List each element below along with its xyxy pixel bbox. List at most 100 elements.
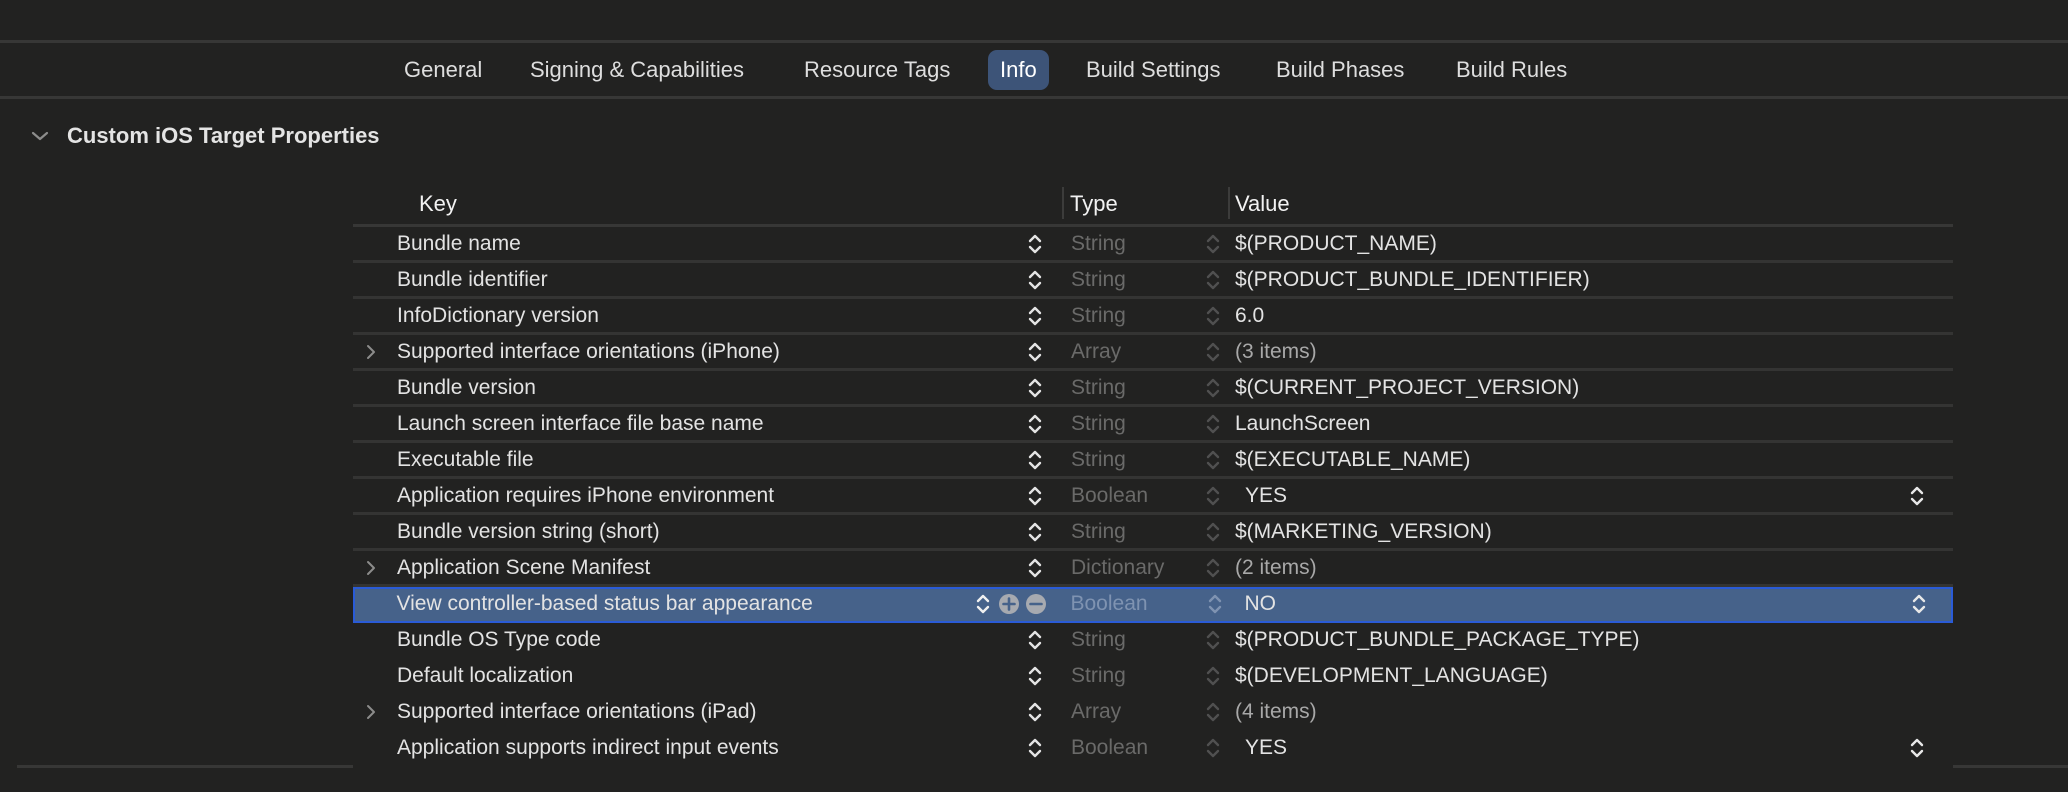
table-row[interactable]: Bundle version String $(CURRENT_PROJECT_VE… — [353, 371, 1953, 407]
key-stepper-icon[interactable] — [1027, 267, 1043, 293]
table-row[interactable]: Bundle version string (short) String $(MAR… — [353, 515, 1953, 551]
row-type[interactable]: Array — [1071, 695, 1121, 728]
type-stepper-icon[interactable] — [1205, 267, 1221, 293]
type-stepper-icon[interactable] — [1205, 375, 1221, 401]
row-value[interactable]: NO — [1245, 587, 1277, 620]
type-stepper-icon[interactable] — [1205, 231, 1221, 257]
key-stepper-icon[interactable] — [1027, 483, 1043, 509]
chevron-down-icon[interactable] — [28, 124, 52, 148]
tab-build-rules[interactable]: Build Rules — [1444, 50, 1579, 90]
row-value[interactable]: (2 items) — [1235, 551, 1317, 584]
row-value[interactable]: $(DEVELOPMENT_LANGUAGE) — [1235, 659, 1548, 692]
row-value[interactable]: LaunchScreen — [1235, 407, 1370, 440]
type-stepper-icon[interactable] — [1205, 447, 1221, 473]
row-value[interactable]: $(EXECUTABLE_NAME) — [1235, 443, 1470, 476]
row-value[interactable]: $(CURRENT_PROJECT_VERSION) — [1235, 371, 1579, 404]
key-stepper-icon[interactable] — [1027, 303, 1043, 329]
row-value[interactable]: $(PRODUCT_NAME) — [1235, 227, 1437, 260]
row-type[interactable]: String — [1071, 299, 1126, 332]
type-stepper-icon[interactable] — [1205, 735, 1221, 761]
section-header[interactable]: Custom iOS Target Properties — [28, 120, 380, 152]
table-row[interactable]: Supported interface orientations (iPhone… — [353, 335, 1953, 371]
tab-general[interactable]: General — [392, 50, 494, 90]
table-row[interactable]: View controller-based status bar appeara… — [353, 587, 1953, 623]
row-key[interactable]: Application Scene Manifest — [397, 551, 650, 584]
key-stepper-icon[interactable] — [1027, 375, 1043, 401]
table-row[interactable]: Bundle OS Type code String $(PRODUCT_BUNDL… — [353, 623, 1953, 659]
key-stepper-icon[interactable] — [1027, 339, 1043, 365]
tab-resource-tags[interactable]: Resource Tags — [792, 50, 962, 90]
row-value[interactable]: (3 items) — [1235, 335, 1317, 368]
row-type[interactable]: String — [1071, 407, 1126, 440]
row-key[interactable]: Supported interface orientations (iPhone… — [397, 335, 780, 368]
table-row[interactable]: Executable file String $(EXECUTABLE_NAME) — [353, 443, 1953, 479]
chevron-right-icon[interactable] — [363, 559, 379, 577]
type-stepper-icon[interactable] — [1205, 483, 1221, 509]
type-stepper-icon[interactable] — [1205, 555, 1221, 581]
type-stepper-icon[interactable] — [1207, 591, 1223, 617]
row-type[interactable]: Boolean — [1071, 479, 1148, 512]
type-stepper-icon[interactable] — [1205, 339, 1221, 365]
row-type[interactable]: String — [1071, 515, 1126, 548]
type-stepper-icon[interactable] — [1205, 519, 1221, 545]
table-row[interactable]: Bundle identifier String $(PRODUCT_BUNDLE_… — [353, 263, 1953, 299]
column-divider[interactable] — [1062, 187, 1064, 219]
chevron-right-icon[interactable] — [363, 703, 379, 721]
row-type[interactable]: String — [1071, 227, 1126, 260]
row-value[interactable]: $(MARKETING_VERSION) — [1235, 515, 1492, 548]
key-stepper-icon[interactable] — [1027, 519, 1043, 545]
key-stepper-icon[interactable] — [1027, 555, 1043, 581]
row-key[interactable]: Bundle identifier — [397, 263, 548, 296]
row-value[interactable]: $(PRODUCT_BUNDLE_IDENTIFIER) — [1235, 263, 1590, 296]
row-key[interactable]: Application supports indirect input even… — [397, 731, 779, 764]
row-type[interactable]: String — [1071, 659, 1126, 692]
table-row[interactable]: Launch screen interface file base name St… — [353, 407, 1953, 443]
row-type[interactable]: Boolean — [1071, 587, 1148, 620]
row-type[interactable]: String — [1071, 371, 1126, 404]
table-row[interactable]: Application supports indirect input even… — [353, 731, 1953, 767]
value-popup-stepper-icon[interactable] — [1911, 591, 1927, 617]
row-type[interactable]: Dictionary — [1071, 551, 1164, 584]
row-key[interactable]: Bundle version string (short) — [397, 515, 660, 548]
key-stepper-icon[interactable] — [1027, 447, 1043, 473]
row-key[interactable]: Default localization — [397, 659, 573, 692]
table-row[interactable]: Application requires iPhone environment B… — [353, 479, 1953, 515]
row-key[interactable]: Application requires iPhone environment — [397, 479, 774, 512]
row-value[interactable]: $(PRODUCT_BUNDLE_PACKAGE_TYPE) — [1235, 623, 1640, 656]
key-stepper-icon[interactable] — [1027, 411, 1043, 437]
tab-signing-capabilities[interactable]: Signing & Capabilities — [518, 50, 756, 90]
chevron-right-icon[interactable] — [363, 343, 379, 361]
row-key[interactable]: Executable file — [397, 443, 534, 476]
add-row-icon[interactable] — [998, 593, 1020, 615]
key-stepper-icon[interactable] — [1027, 627, 1043, 653]
value-popup-stepper-icon[interactable] — [1909, 483, 1925, 509]
remove-row-icon[interactable] — [1025, 593, 1047, 615]
column-header-value[interactable]: Value — [1235, 189, 1290, 219]
row-type[interactable]: String — [1071, 263, 1126, 296]
row-key[interactable]: Supported interface orientations (iPad) — [397, 695, 757, 728]
row-key[interactable]: Bundle name — [397, 227, 521, 260]
row-key[interactable]: Bundle OS Type code — [397, 623, 601, 656]
row-key[interactable]: View controller-based status bar appeara… — [397, 587, 813, 620]
type-stepper-icon[interactable] — [1205, 663, 1221, 689]
tab-build-settings[interactable]: Build Settings — [1074, 50, 1233, 90]
row-type[interactable]: String — [1071, 443, 1126, 476]
type-stepper-icon[interactable] — [1205, 411, 1221, 437]
key-stepper-icon[interactable] — [1027, 663, 1043, 689]
row-value[interactable]: 6.0 — [1235, 299, 1264, 332]
key-stepper-icon[interactable] — [1027, 735, 1043, 761]
key-stepper-icon[interactable] — [1027, 699, 1043, 725]
table-row[interactable]: Supported interface orientations (iPad) A… — [353, 695, 1953, 731]
column-divider[interactable] — [1228, 187, 1230, 219]
column-header-key[interactable]: Key — [419, 189, 457, 219]
key-stepper-icon[interactable] — [1027, 231, 1043, 257]
table-row[interactable]: Application Scene Manifest Dictionary (2 i… — [353, 551, 1953, 587]
row-value[interactable]: (4 items) — [1235, 695, 1317, 728]
type-stepper-icon[interactable] — [1205, 699, 1221, 725]
row-value[interactable]: YES — [1245, 731, 1287, 764]
column-header-type[interactable]: Type — [1070, 189, 1118, 219]
tab-build-phases[interactable]: Build Phases — [1264, 50, 1416, 90]
tab-info[interactable]: Info — [988, 50, 1049, 90]
row-key[interactable]: Bundle version — [397, 371, 536, 404]
row-key[interactable]: Launch screen interface file base name — [397, 407, 764, 440]
